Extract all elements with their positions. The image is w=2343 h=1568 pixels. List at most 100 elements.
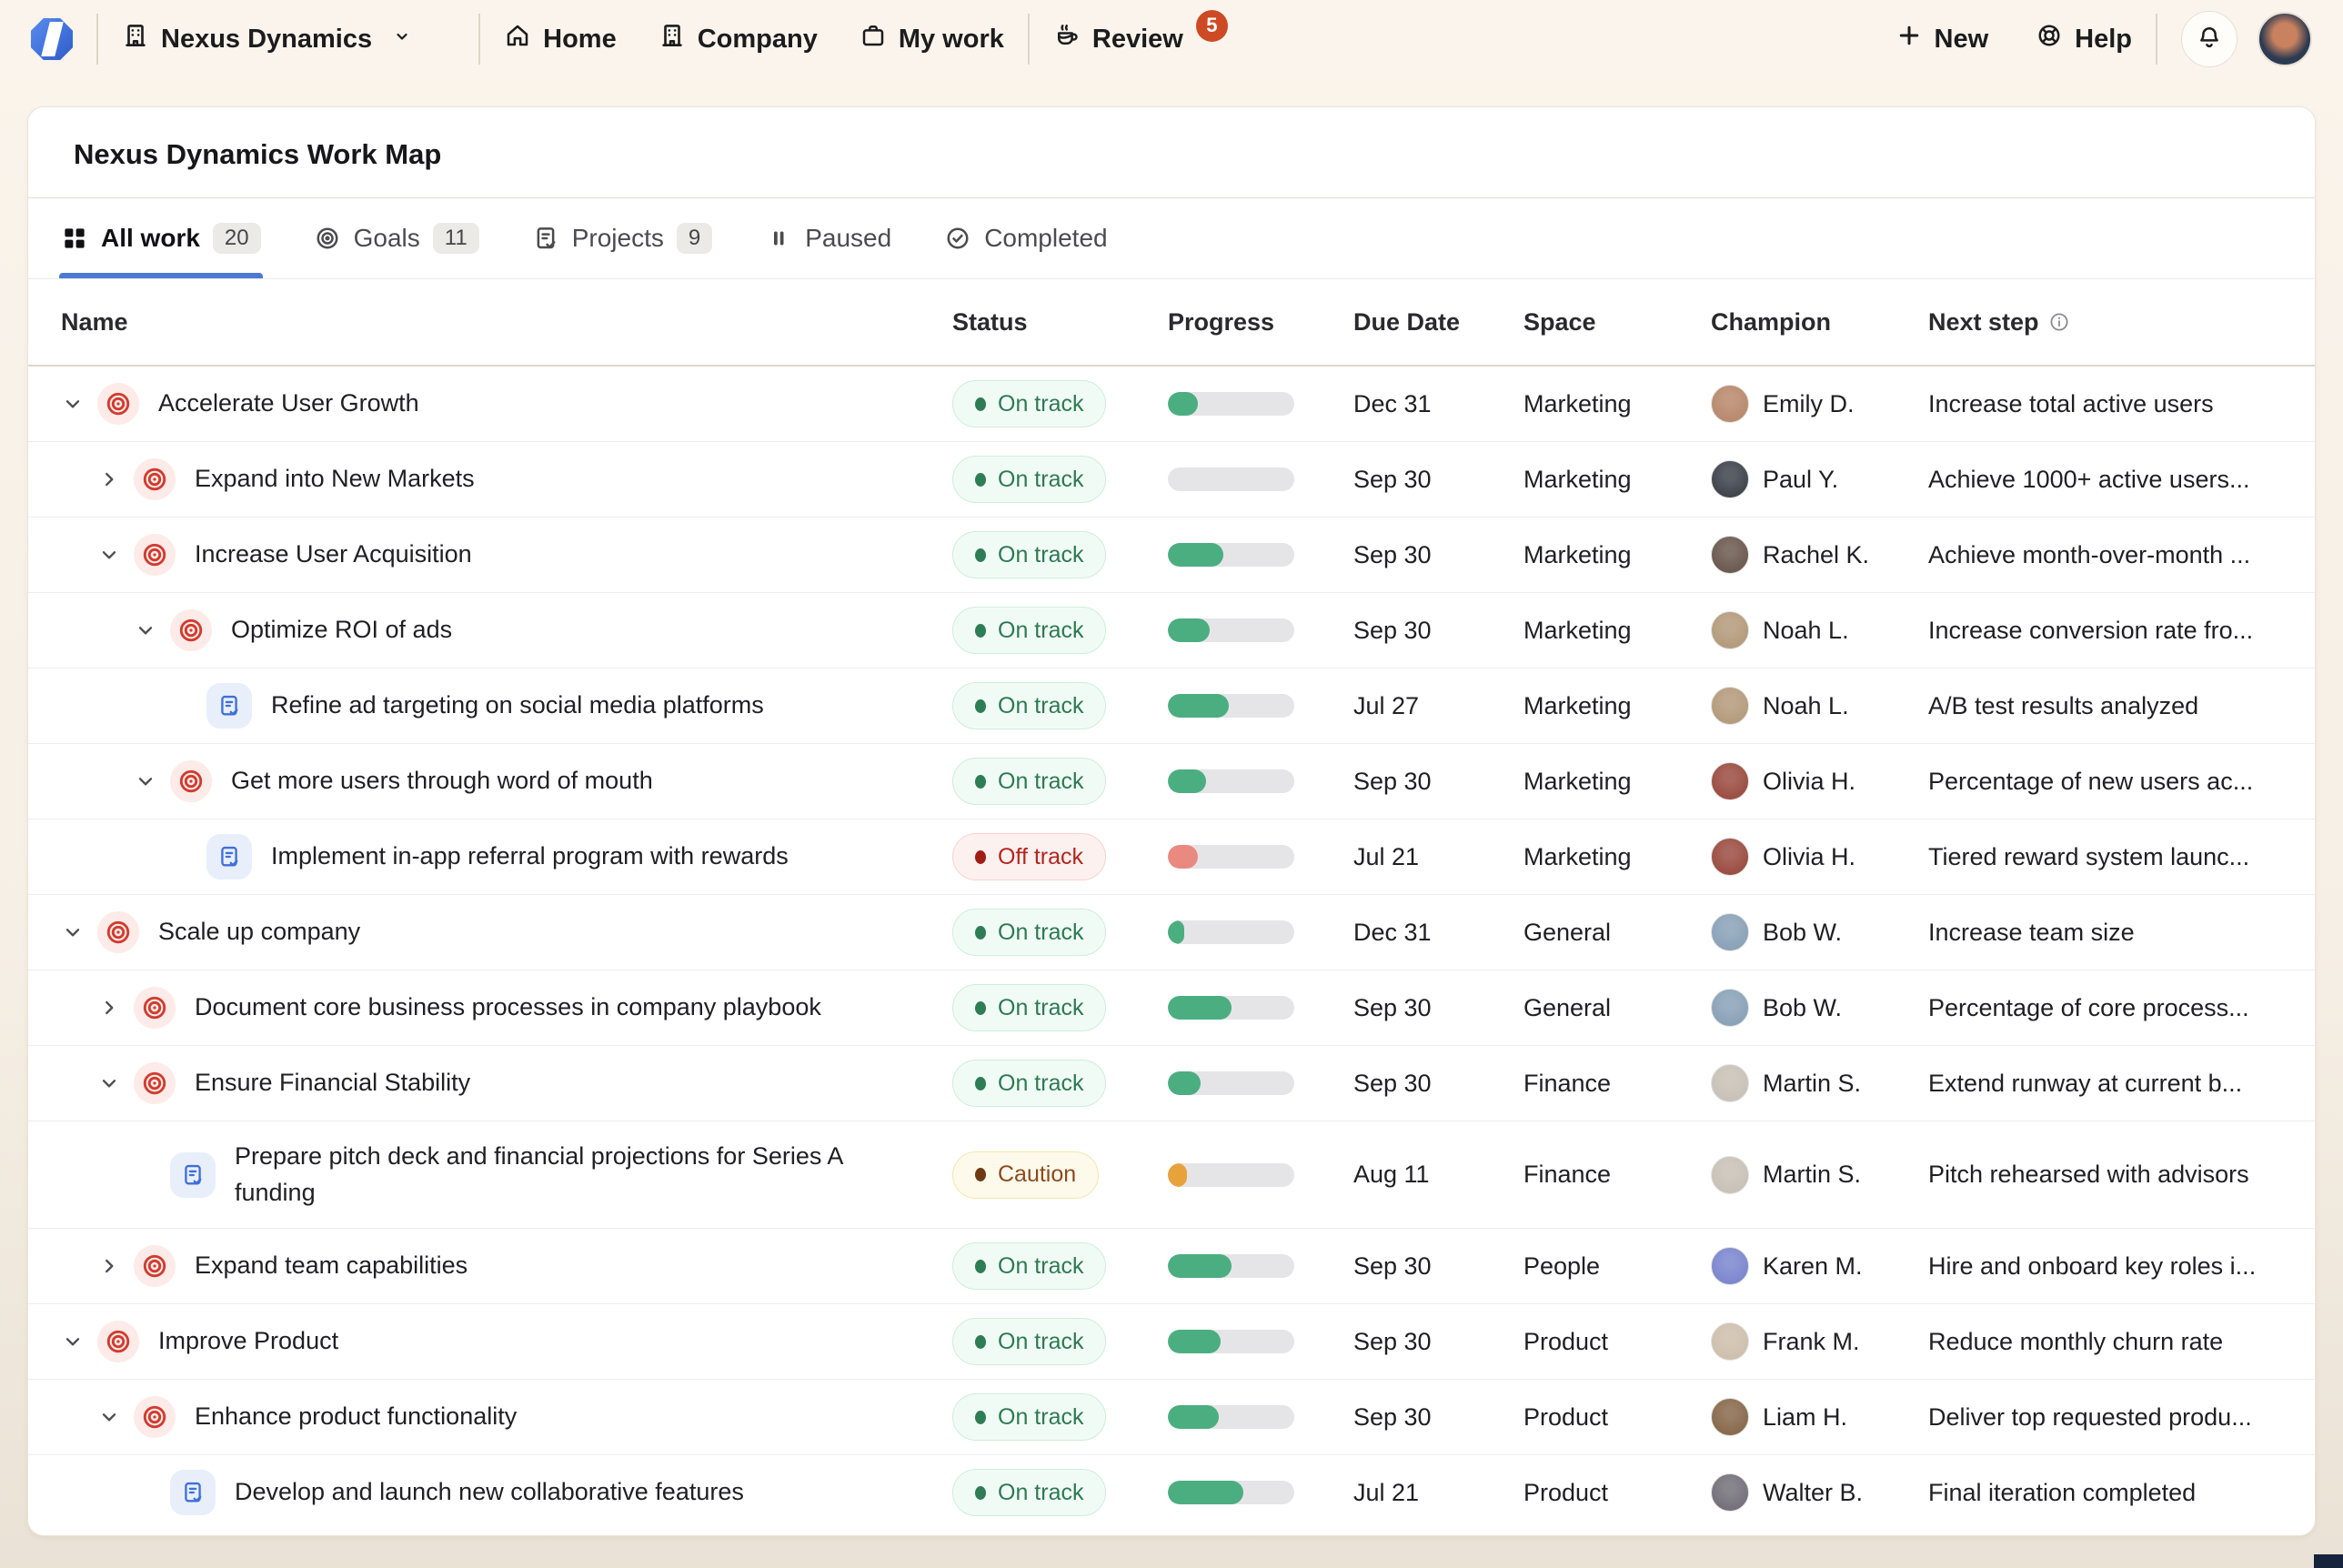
item-name[interactable]: Scale up company	[158, 914, 360, 950]
item-name[interactable]: Expand team capabilities	[195, 1248, 468, 1283]
item-name[interactable]: Implement in-app referral program with r…	[271, 839, 789, 874]
app-logo-icon[interactable]	[31, 18, 73, 60]
nav-item-home[interactable]: Home	[504, 22, 617, 56]
status-dot	[975, 1335, 986, 1349]
tab-paused[interactable]: Paused	[763, 198, 893, 278]
chevron-down-icon[interactable]	[61, 1330, 97, 1353]
item-name[interactable]: Increase User Acquisition	[195, 537, 472, 572]
champion-name: Karen M.	[1763, 1252, 1863, 1281]
status-badge[interactable]: On track	[952, 607, 1106, 654]
status-badge[interactable]: On track	[952, 456, 1106, 503]
chevron-down-icon[interactable]	[97, 543, 134, 567]
chevron-down-icon[interactable]	[134, 769, 170, 793]
space-name: Product	[1523, 1403, 1711, 1432]
item-name[interactable]: Document core business processes in comp…	[195, 990, 821, 1025]
chevron-down-icon[interactable]	[61, 392, 97, 416]
item-name[interactable]: Prepare pitch deck and financial project…	[235, 1139, 925, 1210]
divider	[2156, 14, 2157, 65]
space-name: General	[1523, 994, 1711, 1022]
space-name: Finance	[1523, 1161, 1711, 1189]
tab-all-work[interactable]: All work20	[59, 198, 263, 278]
status-cell: On track	[952, 1469, 1168, 1516]
avatar	[1711, 989, 1749, 1027]
notifications-button[interactable]	[2181, 11, 2237, 67]
progress-cell	[1168, 618, 1353, 642]
tab-goals[interactable]: Goals11	[312, 198, 481, 278]
space-name: Product	[1523, 1328, 1711, 1356]
status-badge[interactable]: On track	[952, 1060, 1106, 1107]
chevron-right-icon[interactable]	[97, 996, 134, 1020]
status-dot	[975, 1077, 986, 1091]
item-name[interactable]: Get more users through word of mouth	[231, 763, 653, 799]
next-step: Increase total active users	[1928, 390, 2315, 418]
next-step: Increase conversion rate fro...	[1928, 617, 2315, 645]
progress-cell	[1168, 467, 1353, 491]
progress-cell	[1168, 392, 1353, 416]
name-cell: Expand into New Markets	[28, 458, 952, 500]
tab-completed[interactable]: Completed	[942, 198, 1109, 278]
champion-cell: Paul Y.	[1711, 460, 1928, 498]
chevron-down-icon[interactable]	[61, 920, 97, 944]
new-button[interactable]: New	[1896, 22, 1989, 56]
nav-item-review[interactable]: Review5	[1053, 22, 1228, 56]
champion-name: Bob W.	[1763, 994, 1842, 1022]
champion-name: Martin S.	[1763, 1161, 1861, 1189]
workspace-switcher[interactable]: Nexus Dynamics	[122, 22, 413, 56]
chevron-down-icon[interactable]	[134, 618, 170, 642]
help-button-label: Help	[2075, 25, 2132, 55]
item-name[interactable]: Develop and launch new collaborative fea…	[235, 1474, 744, 1510]
divider	[96, 14, 98, 65]
goal-target-icon	[134, 1396, 176, 1438]
status-badge[interactable]: On track	[952, 380, 1106, 427]
status-cell: Off track	[952, 833, 1168, 880]
status-badge[interactable]: On track	[952, 758, 1106, 805]
column-header-label: Progress	[1168, 308, 1274, 337]
item-name[interactable]: Ensure Financial Stability	[195, 1065, 470, 1101]
chevron-right-icon[interactable]	[97, 1254, 134, 1278]
status-badge[interactable]: Caution	[952, 1151, 1099, 1199]
due-date: Sep 30	[1353, 1328, 1523, 1356]
goal-target-icon	[97, 1321, 139, 1362]
status-badge[interactable]: On track	[952, 1242, 1106, 1290]
next-step: Percentage of new users ac...	[1928, 768, 2315, 796]
item-name[interactable]: Enhance product functionality	[195, 1399, 517, 1434]
name-cell: Scale up company	[28, 911, 952, 953]
item-name[interactable]: Improve Product	[158, 1323, 338, 1359]
status-badge[interactable]: On track	[952, 1469, 1106, 1516]
progress-cell	[1168, 996, 1353, 1020]
champion-cell: Karen M.	[1711, 1247, 1928, 1285]
status-dot	[975, 1260, 986, 1273]
champion-cell: Bob W.	[1711, 913, 1928, 951]
item-name[interactable]: Accelerate User Growth	[158, 386, 419, 421]
table-row: Prepare pitch deck and financial project…	[28, 1121, 2315, 1229]
space-name: Marketing	[1523, 843, 1711, 871]
chevron-down-icon[interactable]	[97, 1071, 134, 1095]
status-cell: On track	[952, 909, 1168, 956]
champion-name: Bob W.	[1763, 919, 1842, 947]
building-icon	[659, 22, 686, 56]
status-badge[interactable]: On track	[952, 1318, 1106, 1365]
status-badge[interactable]: On track	[952, 1393, 1106, 1441]
help-button[interactable]: Help	[2036, 22, 2132, 56]
chevron-right-icon[interactable]	[97, 467, 134, 491]
table-row: Ensure Financial StabilityOn trackSep 30…	[28, 1046, 2315, 1121]
status-badge[interactable]: On track	[952, 531, 1106, 578]
user-avatar[interactable]	[2258, 12, 2312, 66]
nav-item-company[interactable]: Company	[659, 22, 818, 56]
status-badge[interactable]: Off track	[952, 833, 1106, 880]
name-cell: Get more users through word of mouth	[28, 760, 952, 802]
tab-projects[interactable]: Projects9	[530, 198, 715, 278]
item-name[interactable]: Refine ad targeting on social media plat…	[271, 688, 764, 723]
status-dot	[975, 775, 986, 789]
item-name[interactable]: Optimize ROI of ads	[231, 612, 452, 648]
status-badge[interactable]: On track	[952, 909, 1106, 956]
status-badge[interactable]: On track	[952, 984, 1106, 1031]
due-date: Sep 30	[1353, 994, 1523, 1022]
chevron-down-icon[interactable]	[97, 1405, 134, 1429]
nav-item-my-work[interactable]: My work	[860, 22, 1004, 56]
due-date: Dec 31	[1353, 390, 1523, 418]
status-dot	[975, 473, 986, 487]
item-name[interactable]: Expand into New Markets	[195, 461, 475, 497]
goal-target-icon	[97, 911, 139, 953]
status-badge[interactable]: On track	[952, 682, 1106, 729]
